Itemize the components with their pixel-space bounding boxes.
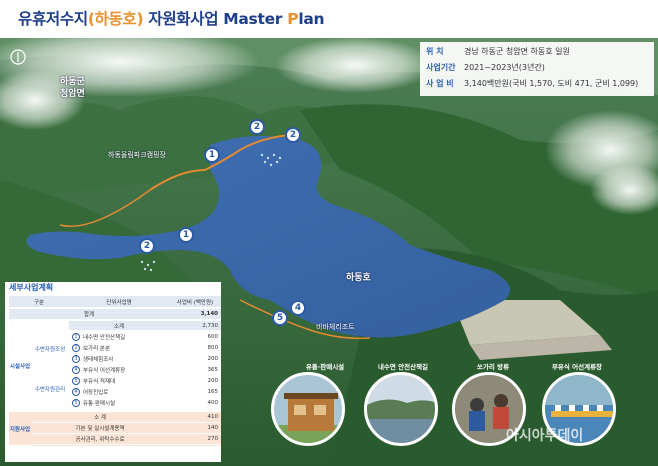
info-key: 사 업 비	[426, 79, 454, 88]
photo-label: 부유식 어선계류장	[551, 363, 603, 371]
info-period: 사업기간 2021~2023년(3년간)	[426, 62, 545, 78]
info-value: 3,140백만원(국비 1,570, 도비 471, 군비 1,099)	[464, 79, 639, 88]
map-marker[interactable]: 2	[285, 127, 301, 143]
item-value: 140	[169, 423, 221, 434]
project-info-box: 위 치 경남 하동군 청암면 하동호 일원 사업기간 2021~2023년(3년간)…	[420, 42, 654, 96]
table-row: 4 부유식 어선계류장 365	[9, 365, 221, 376]
item-value: 365	[169, 365, 221, 376]
item-number: 5	[72, 399, 80, 407]
info-budget: 사 업 비 3,140백만원(국비 1,570, 도비 471, 군비 1,099…	[426, 78, 638, 94]
header-bar: 유휴저수지(하동호) 자원화사업 Master Plan	[0, 0, 658, 38]
table-row: 공사관리, 위탁수수료 270	[9, 434, 221, 445]
page-title: 유휴저수지(하동호) 자원화사업 Master Plan	[18, 7, 325, 29]
table-row: 소계 2,730	[9, 321, 221, 331]
map-marker[interactable]: 1	[204, 147, 220, 163]
item-value: 200	[169, 354, 221, 365]
header-category: 구분	[9, 296, 69, 308]
photo-label: 쏘가리 방류	[476, 363, 510, 371]
table-header-row: 구분 단위사업명 사업비 (백만원)	[9, 296, 221, 308]
item-number: 2	[72, 344, 80, 352]
table-row: 2 보가리 분분 800	[9, 343, 221, 354]
title-highlight: P	[287, 10, 299, 28]
table-row: 5 유통·판매시설 400	[9, 398, 221, 409]
item-name: 기본 및 실시설계용역	[31, 423, 169, 434]
table-row: 소 계 410	[9, 412, 221, 423]
title-text: lan	[298, 10, 325, 28]
info-key: 위 치	[426, 47, 444, 56]
lake-label: 하동호	[346, 273, 371, 283]
item-name: 내수면 안전산책길	[83, 335, 126, 341]
detail-plan-table: 세부사업계획 구분 단위사업명 사업비 (백만원) 합계 3,140 시설사업 …	[5, 282, 221, 462]
item-value: 400	[169, 398, 221, 409]
table-row: 5 부유식 적재대 200	[9, 376, 221, 387]
item-number: 4	[72, 388, 80, 396]
photo-walkway	[364, 372, 438, 446]
item-value: 600	[169, 332, 221, 343]
item-name: 생태체험조사	[83, 357, 114, 363]
table-row: 합계 3,140	[9, 309, 221, 320]
title-text: 자원화사업	[143, 10, 224, 28]
map-marker[interactable]: 2	[249, 119, 265, 135]
info-value: 경남 하동군 청암면 하동호 일원	[464, 47, 570, 56]
subtotal-label: 소계	[69, 321, 169, 331]
total-label: 합계	[9, 309, 169, 320]
map-marker[interactable]: 5	[272, 310, 288, 326]
header-budget: 사업비 (백만원)	[169, 296, 221, 308]
total-value: 3,140	[169, 309, 221, 320]
camping-label: 하동율림파크캠핑장	[108, 151, 166, 159]
table-row: 3 생태체험조사 200	[9, 354, 221, 365]
map-marker[interactable]: 1	[178, 227, 194, 243]
item-number: 3	[72, 355, 80, 363]
title-text: Master	[223, 10, 283, 28]
item-name: 어장진입로	[83, 390, 109, 396]
map-marker[interactable]: 2	[139, 238, 155, 254]
table-row: 1 내수면 안전산책길 600	[9, 332, 221, 343]
watermark: 아시아투데이	[506, 428, 584, 444]
table-row: 기본 및 실시설계용역 140	[9, 423, 221, 434]
item-number: 4	[72, 366, 80, 374]
item-number: 5	[72, 377, 80, 385]
screen: 유휴저수지(하동호) 자원화사업 Master Plan 위 치 경남 하동군 …	[0, 0, 658, 466]
map-marker[interactable]: 4	[290, 300, 306, 316]
table-row: 4 어장진입로 165	[9, 387, 221, 398]
title-highlight: (하동호)	[87, 10, 144, 28]
info-key: 사업기간	[426, 63, 456, 72]
info-value: 2021~2023년(3년간)	[464, 63, 545, 72]
item-value: 165	[169, 387, 221, 398]
table-title: 세부사업계획	[9, 283, 54, 292]
subtotal-value: 2,730	[169, 321, 221, 331]
item-value: 270	[169, 434, 221, 445]
item-value: 200	[169, 376, 221, 387]
township-label: 청암면	[60, 89, 85, 99]
resort-label: 비바체리조트	[316, 323, 355, 331]
subtotal-label: 소 계	[31, 412, 169, 423]
item-name: 부유식 어선계류장	[83, 368, 126, 374]
item-name: 유통·판매시설	[83, 401, 116, 407]
header-project: 단위사업명	[69, 296, 169, 308]
item-number: 1	[72, 333, 80, 341]
item-name: 보가리 분분	[83, 346, 111, 352]
subtotal-value: 410	[169, 412, 221, 423]
title-text: 유휴저수지	[18, 10, 88, 28]
item-name: 부유식 적재대	[83, 379, 116, 385]
info-location: 위 치 경남 하동군 청암면 하동호 일원	[426, 46, 570, 62]
item-value: 800	[169, 343, 221, 354]
item-name: 공사관리, 위탁수수료	[31, 434, 169, 445]
photo-sales-facility	[271, 372, 345, 446]
photo-label: 유통·판매시설	[305, 363, 345, 371]
photo-label: 내수면 안전산책길	[377, 363, 429, 371]
